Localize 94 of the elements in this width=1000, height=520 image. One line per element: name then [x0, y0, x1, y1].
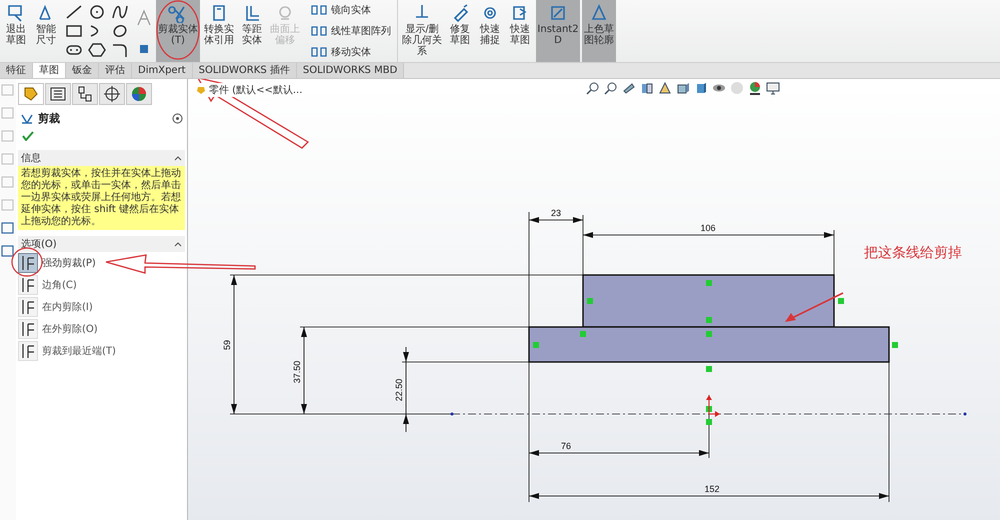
relation-marker — [706, 419, 712, 425]
ellipse-tool-icon[interactable] — [111, 23, 129, 39]
relation-marker — [892, 342, 898, 348]
relation-marker — [838, 298, 844, 304]
display-style-icon[interactable] — [694, 81, 708, 95]
tool-icon — [310, 46, 328, 58]
dimension-value[interactable]: 59 — [222, 340, 232, 350]
tool-icon — [548, 3, 568, 23]
relation-marker — [587, 298, 593, 304]
dimension-value[interactable]: 106 — [700, 223, 716, 233]
dimension-value[interactable]: 37.50 — [292, 360, 302, 384]
toolbar-button[interactable]: 修复草图 — [446, 0, 474, 62]
feature-manager-icon[interactable] — [18, 83, 44, 105]
toolbar-button[interactable]: Instant2D — [536, 0, 580, 62]
section-view-icon[interactable] — [640, 81, 654, 95]
scene-icon[interactable] — [748, 81, 762, 95]
toolbar-button[interactable]: 镜向实体 — [310, 3, 391, 18]
tool-icon — [310, 4, 328, 16]
info-message: 若想剪裁实体，按住并在实体上拖动您的光标，或单击一实体，然后单击一边界实体或荧屏上任何地方。若想延伸实体，按住 shift 键然后在实体上拖动您的光标。 — [18, 166, 185, 230]
ribbon-tab[interactable]: 特征 — [0, 63, 33, 78]
trim-option[interactable]: 边角(C) — [18, 274, 185, 296]
ok-check-icon[interactable] — [22, 131, 34, 141]
appearance-icon[interactable] — [126, 83, 152, 105]
dimension-line — [528, 217, 584, 223]
tool-icon — [310, 24, 328, 37]
relation-marker — [706, 280, 712, 286]
trim-icon — [20, 112, 34, 124]
panel-title: 剪裁 — [38, 111, 60, 126]
tool-icon — [589, 3, 609, 23]
part-icon — [196, 85, 206, 95]
spline-tool-icon[interactable] — [111, 4, 129, 20]
sketch-rectangle[interactable] — [528, 326, 890, 363]
ribbon-tab[interactable]: SOLIDWORKS 插件 — [192, 63, 297, 78]
line-tool-icon[interactable] — [65, 4, 83, 20]
toolbar-button[interactable]: 线性草图阵列 — [310, 24, 391, 38]
toolbar-button[interactable]: 等距实体 — [238, 0, 266, 62]
feature-tree-breadcrumb[interactable]: 零件 (默认<<默认... — [209, 83, 302, 97]
relation-marker — [533, 342, 539, 348]
zoom-to-fit-icon[interactable] — [586, 81, 600, 95]
toolbar-button[interactable]: 显示/删除几何关系 — [400, 0, 444, 62]
ribbon-tab[interactable]: 评估 — [99, 63, 132, 78]
sketch-tool-icon[interactable] — [1, 244, 15, 258]
monitor-icon[interactable] — [766, 81, 780, 95]
relation-marker — [580, 331, 586, 337]
ribbon-tab[interactable]: 钣金 — [66, 63, 99, 78]
toolbar-button[interactable]: 快速捕捉 — [476, 0, 504, 62]
section-title: 信息 — [21, 152, 41, 165]
toolbar-button[interactable]: 退出草图 — [2, 0, 30, 62]
ribbon-tab[interactable]: 草图 — [33, 63, 66, 78]
trim-option[interactable]: 在内剪除(I) — [18, 296, 185, 318]
dimension-value[interactable]: 23 — [551, 208, 561, 218]
trim-mode-icon — [18, 253, 38, 273]
toolbar-button[interactable]: 快速草图 — [506, 0, 534, 62]
sketch-point — [964, 412, 966, 416]
toolbar-button[interactable]: 上色草图轮廓 — [582, 0, 616, 62]
toolbar-button[interactable]: 移动实体 — [310, 44, 391, 59]
ribbon-tab[interactable]: DimXpert — [132, 63, 193, 78]
collapse-icon[interactable] — [174, 241, 182, 247]
relation-marker — [706, 366, 712, 372]
ribbon-tab[interactable]: SOLIDWORKS MBD — [296, 63, 404, 78]
trim-option[interactable]: 在外剪除(O) — [18, 318, 185, 340]
annotation-circle — [156, 0, 200, 60]
zoom-area-icon[interactable] — [604, 81, 618, 95]
sketch-point — [450, 412, 454, 416]
configuration-manager-icon[interactable] — [72, 83, 98, 105]
help-icon[interactable] — [172, 113, 183, 124]
dimension-value[interactable]: 76 — [561, 441, 571, 451]
toolbar-button[interactable]: 转换实体引用 — [202, 0, 236, 62]
toolbar-button[interactable]: 智能尺寸 — [32, 0, 60, 62]
circle-tool-icon[interactable] — [88, 4, 106, 20]
trim-option[interactable]: 剪裁到最近端(T) — [18, 340, 185, 362]
view-orientation-icon[interactable] — [676, 81, 690, 95]
crosshair-icon[interactable] — [99, 83, 125, 105]
dimension-value[interactable]: 152 — [704, 484, 720, 494]
trim-option[interactable]: 强劲剪裁(P) — [18, 252, 185, 274]
annotation-text: 把这条线给剪掉 — [864, 244, 962, 262]
rectangle-tool-icon[interactable] — [65, 23, 83, 39]
sketch-tool-icon[interactable] — [1, 221, 15, 235]
collapse-icon[interactable] — [174, 155, 182, 161]
previous-view-icon[interactable] — [622, 81, 636, 95]
property-manager-icon[interactable] — [45, 83, 71, 105]
sketch-rectangle[interactable] — [582, 274, 835, 328]
toolbar-button[interactable]: 剪裁实体(T) — [156, 0, 200, 62]
point-tool-icon[interactable] — [139, 44, 149, 54]
text-tool-icon[interactable] — [136, 8, 152, 26]
fillet-tool-icon[interactable] — [111, 42, 129, 58]
dimension-value[interactable]: 22.50 — [394, 378, 404, 402]
relation-marker — [706, 317, 712, 323]
polygon-tool-icon[interactable] — [88, 42, 106, 58]
origin-icon — [706, 395, 720, 417]
annotation-arrow — [785, 292, 844, 322]
dynamic-annotation-icon[interactable] — [658, 81, 672, 95]
annotation-circle — [11, 247, 43, 277]
relation-marker — [706, 331, 712, 337]
